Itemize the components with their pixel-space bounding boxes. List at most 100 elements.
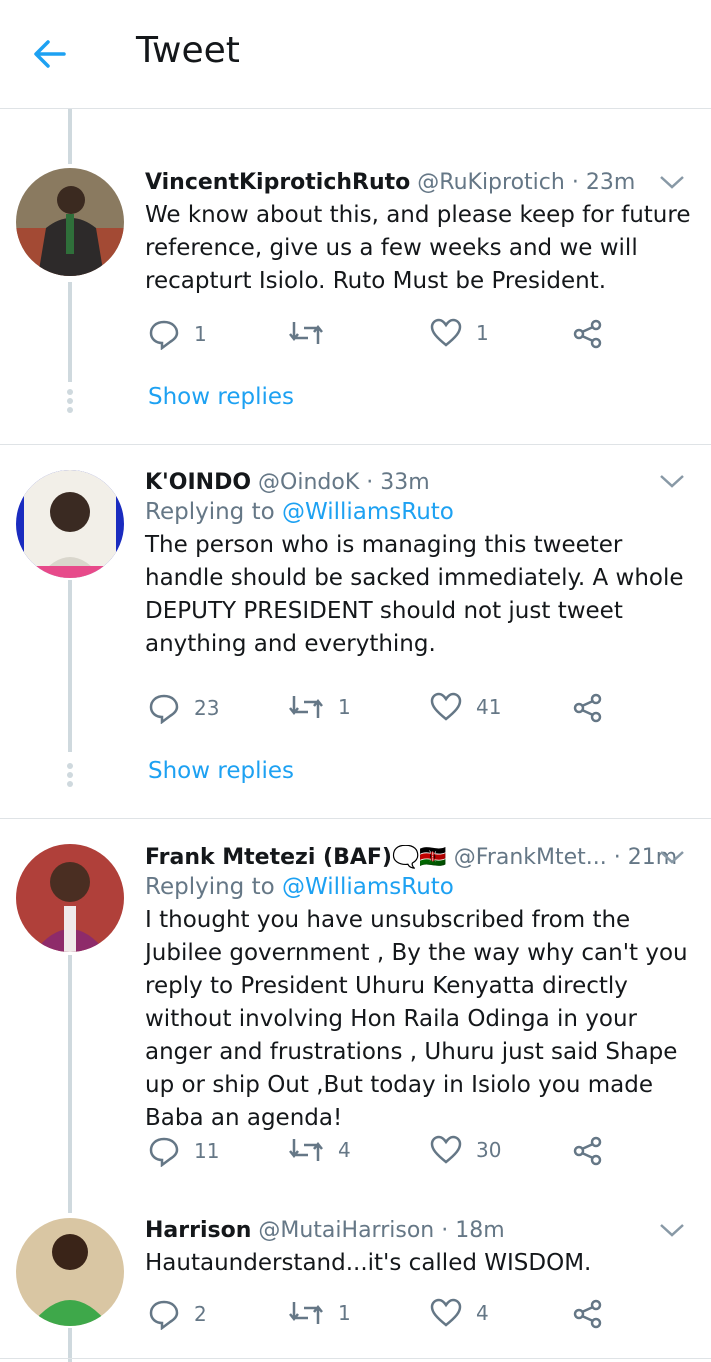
share-button[interactable] [572, 1135, 604, 1167]
tweet-actions: 23 1 41 [145, 692, 615, 732]
retweet-icon [289, 1139, 323, 1161]
divider [0, 1358, 711, 1359]
chevron-down-icon[interactable] [659, 174, 685, 190]
tweet-header: Harrison @MutaiHarrison · 18m [145, 1218, 691, 1243]
display-name[interactable]: Frank Mtetezi (BAF)🗨️🇰🇪 [145, 845, 447, 870]
show-replies-link[interactable]: Show replies [148, 758, 294, 784]
replying-to-handle[interactable]: @WilliamsRuto [282, 874, 454, 900]
chevron-down-icon[interactable] [659, 849, 685, 865]
handle[interactable]: @RuKiprotich [417, 170, 565, 195]
reply-count: 1 [194, 322, 207, 346]
tweet[interactable]: K'OINDO @OindoK · 33m Replying to @Willi… [145, 470, 691, 661]
tweet-actions: 1 1 [145, 318, 615, 358]
like-button[interactable]: 41 [430, 692, 501, 722]
tweet[interactable]: VincentKiprotichRuto @RuKiprotich · 23m … [145, 170, 691, 298]
show-replies-link[interactable]: Show replies [148, 384, 294, 410]
like-count: 1 [476, 321, 489, 345]
like-icon [430, 318, 462, 347]
like-count: 41 [476, 695, 502, 719]
retweet-icon [289, 322, 323, 344]
replying-to-label: Replying to [145, 874, 275, 900]
thread-line [68, 580, 72, 752]
reply-icon [149, 1300, 179, 1330]
like-button[interactable]: 1 [430, 318, 489, 348]
reply-button[interactable]: 23 [148, 692, 219, 724]
reply-icon [149, 1137, 179, 1167]
avatar[interactable] [16, 1218, 124, 1326]
handle[interactable]: @MutaiHarrison [258, 1218, 434, 1243]
like-button[interactable]: 30 [430, 1135, 501, 1165]
share-button[interactable] [572, 318, 604, 350]
chevron-down-icon[interactable] [659, 1222, 685, 1238]
separator-dot: · [441, 1218, 449, 1243]
separator-dot: · [366, 470, 374, 495]
share-button[interactable] [572, 692, 604, 724]
thread-dots [66, 386, 74, 416]
display-name[interactable]: Harrison [145, 1218, 251, 1243]
separator-dot: · [613, 845, 621, 870]
reply-icon [149, 694, 179, 724]
like-count: 30 [476, 1138, 502, 1162]
share-icon [573, 319, 602, 349]
like-button[interactable]: 4 [430, 1298, 489, 1328]
tweet-text: I thought you have unsubscribed from the… [145, 907, 688, 1131]
retweet-button[interactable]: 4 [288, 1135, 351, 1165]
chevron-down-icon[interactable] [659, 473, 685, 489]
retweet-count: 1 [338, 695, 351, 719]
tweet-header: K'OINDO @OindoK · 33m [145, 470, 691, 495]
handle[interactable]: @OindoK [258, 470, 359, 495]
like-icon [430, 1298, 462, 1327]
thread-line [68, 108, 72, 164]
share-button[interactable] [572, 1298, 604, 1330]
reply-button[interactable]: 11 [148, 1135, 219, 1167]
share-icon [573, 1299, 602, 1329]
like-count: 4 [476, 1301, 489, 1325]
tweet-actions: 11 4 30 [145, 1135, 615, 1175]
thread-line [68, 282, 72, 382]
like-icon [430, 692, 462, 721]
avatar[interactable] [16, 470, 124, 578]
retweet-count: 1 [338, 1301, 351, 1325]
display-name[interactable]: VincentKiprotichRuto [145, 170, 410, 195]
timestamp[interactable]: 23m [586, 170, 635, 195]
reply-button[interactable]: 2 [148, 1298, 207, 1330]
divider [0, 444, 711, 445]
handle[interactable]: @FrankMtet... [454, 845, 607, 870]
retweet-button[interactable]: 1 [288, 1298, 351, 1328]
tweet-header: VincentKiprotichRuto @RuKiprotich · 23m [145, 170, 691, 195]
retweet-icon [289, 1302, 323, 1324]
replying-to-handle[interactable]: @WilliamsRuto [282, 499, 454, 525]
separator-dot: · [571, 170, 579, 195]
thread-line [68, 955, 72, 1213]
tweet-text: We know about this, and please keep for … [145, 202, 691, 294]
replying-to: Replying to @WilliamsRuto [145, 874, 691, 900]
reply-count: 11 [194, 1139, 220, 1163]
reply-icon [149, 320, 179, 350]
thread-line [68, 1328, 72, 1362]
retweet-button[interactable]: 1 [288, 692, 351, 722]
tweet[interactable]: Harrison @MutaiHarrison · 18m Hautaunder… [145, 1218, 691, 1280]
reply-count: 2 [194, 1302, 207, 1326]
avatar[interactable] [16, 844, 124, 952]
display-name[interactable]: K'OINDO [145, 470, 251, 495]
timestamp[interactable]: 18m [455, 1218, 504, 1243]
back-arrow-icon[interactable] [30, 34, 70, 74]
avatar[interactable] [16, 168, 124, 276]
timestamp[interactable]: 33m [380, 470, 429, 495]
share-icon [573, 693, 602, 723]
tweet[interactable]: Frank Mtetezi (BAF)🗨️🇰🇪 @FrankMtet... · … [145, 845, 691, 1135]
replying-to-label: Replying to [145, 499, 275, 525]
retweet-button[interactable] [288, 318, 338, 348]
retweet-icon [289, 696, 323, 718]
page-title: Tweet [136, 30, 240, 71]
replying-to: Replying to @WilliamsRuto [145, 499, 691, 525]
reply-button[interactable]: 1 [148, 318, 207, 350]
share-icon [573, 1136, 602, 1166]
reply-count: 23 [194, 696, 220, 720]
tweet-actions: 2 1 4 [145, 1298, 615, 1338]
retweet-count: 4 [338, 1138, 351, 1162]
top-bar: Tweet [0, 0, 711, 109]
tweet-text: The person who is managing this tweeter … [145, 532, 684, 657]
divider [0, 818, 711, 819]
like-icon [430, 1135, 462, 1164]
